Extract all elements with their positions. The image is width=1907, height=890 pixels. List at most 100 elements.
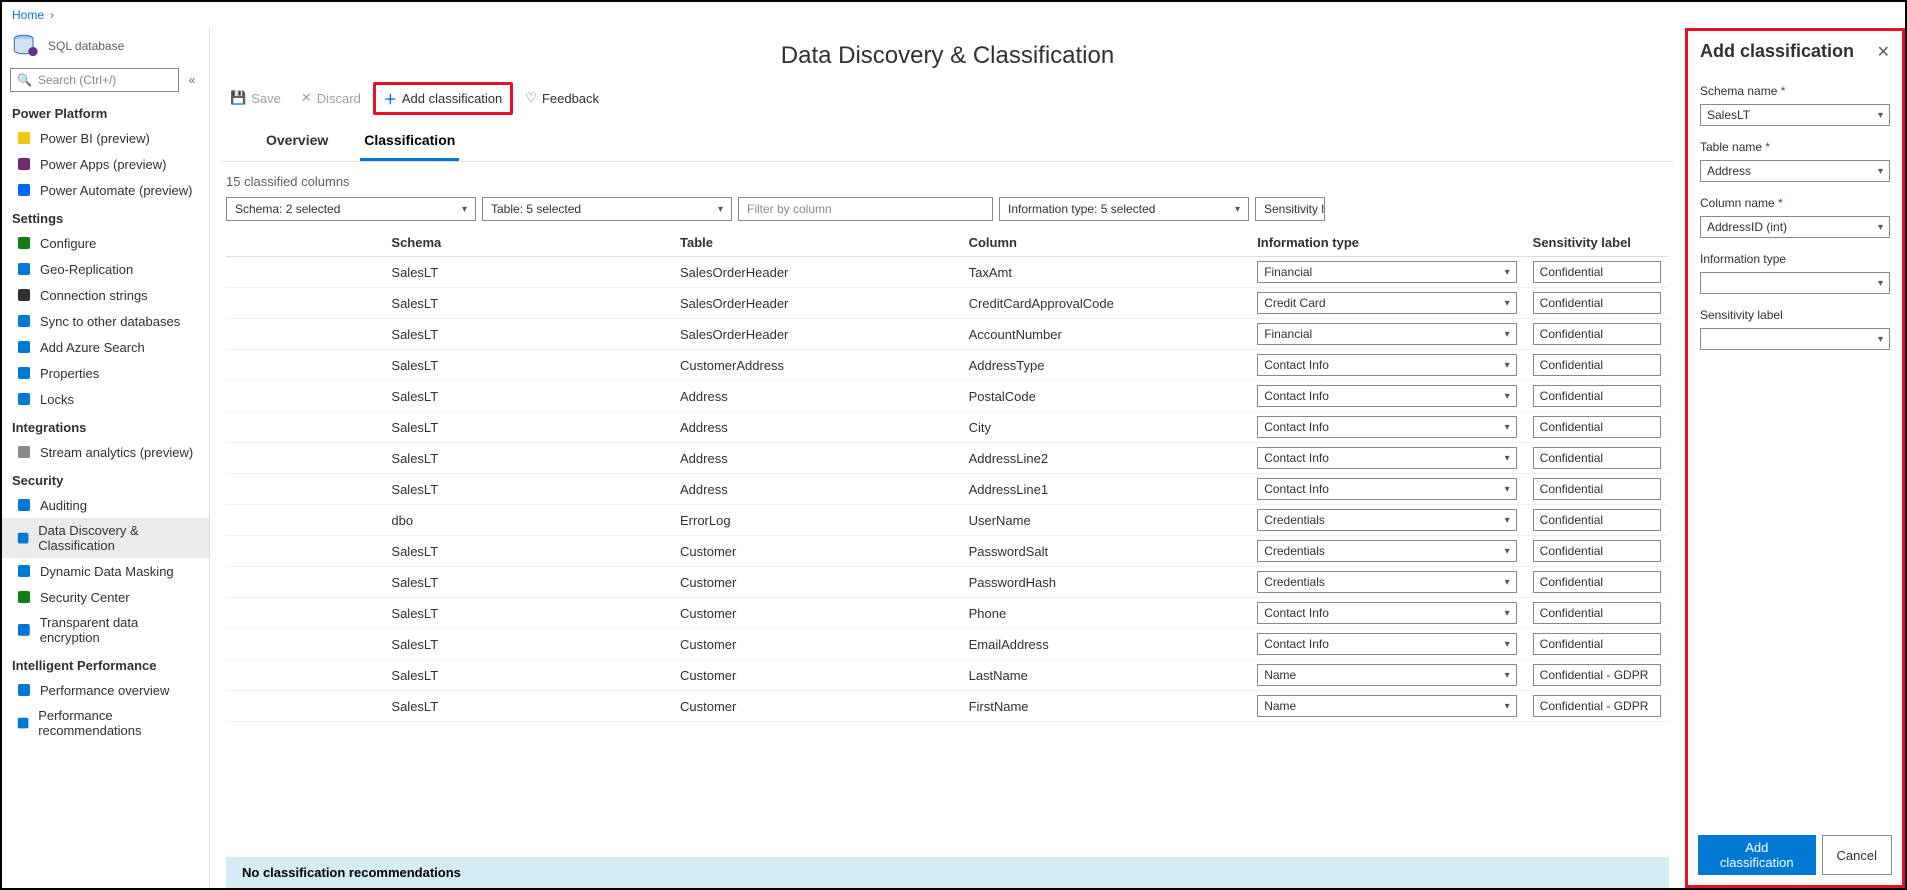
breadcrumb-home[interactable]: Home	[12, 8, 44, 22]
col-header-schema[interactable]: Schema	[383, 229, 672, 257]
table-name-select[interactable]: Address▾	[1700, 160, 1890, 182]
cell-information-type-select[interactable]: Credentials▾	[1257, 509, 1516, 531]
mask-icon	[16, 563, 32, 579]
filter-schema[interactable]: Schema: 2 selected▾	[226, 197, 476, 221]
nav-item[interactable]: Power Apps (preview)	[2, 151, 209, 177]
audit-icon	[16, 497, 32, 513]
nav-item[interactable]: Security Center	[2, 584, 209, 610]
cell-sensitivity-label-select[interactable]: Confidential	[1533, 416, 1661, 438]
cell-sensitivity-label-select[interactable]: Confidential	[1533, 447, 1661, 469]
chevron-down-icon: ▾	[1878, 222, 1883, 233]
nav-item[interactable]: Performance overview	[2, 677, 209, 703]
tab-classification[interactable]: Classification	[360, 124, 459, 161]
feedback-button[interactable]: ♡ Feedback	[517, 86, 607, 110]
cell-sensitivity-label-select[interactable]: Confidential	[1533, 354, 1661, 376]
classified-columns-summary: 15 classified columns	[210, 162, 1685, 197]
cell-information-type-select[interactable]: Contact Info▾	[1257, 478, 1516, 500]
panel-add-classification-button[interactable]: Add classification	[1698, 835, 1816, 875]
search-input[interactable]: 🔍 Search (Ctrl+/)	[10, 68, 179, 92]
nav-item[interactable]: Dynamic Data Masking	[2, 558, 209, 584]
nav-item[interactable]: Add Azure Search	[2, 334, 209, 360]
nav-item[interactable]: Power Automate (preview)	[2, 177, 209, 203]
nav-item[interactable]: Properties	[2, 360, 209, 386]
nav-item[interactable]: Data Discovery & Classification	[2, 518, 209, 558]
table-row: SalesLTCustomerPasswordSaltCredentials▾C…	[226, 536, 1669, 567]
cell-sensitivity-label-select[interactable]: Confidential - GDPR	[1533, 695, 1661, 717]
nav-item[interactable]: Transparent data encryption	[2, 610, 209, 650]
cell-information-type-select[interactable]: Credit Card▾	[1257, 292, 1516, 314]
cell-information-type-select[interactable]: Contact Info▾	[1257, 447, 1516, 469]
toolbar: 💾 Save ✕ Discard ＋ Add classification ♡ …	[210, 80, 1685, 116]
cell-sensitivity-label-select[interactable]: Confidential	[1533, 323, 1661, 345]
table-row: SalesLTCustomerPhoneContact Info▾Confide…	[226, 598, 1669, 629]
nav-item[interactable]: Performance recommendations	[2, 703, 209, 743]
cell-sensitivity-label-select[interactable]: Confidential	[1533, 602, 1661, 624]
cell-sensitivity-label-select[interactable]: Confidential	[1533, 385, 1661, 407]
chevron-down-icon: ▾	[1505, 298, 1510, 309]
nav-item-label: Power Apps (preview)	[40, 157, 166, 172]
discard-button[interactable]: ✕ Discard	[293, 86, 369, 110]
cell-column: PasswordSalt	[961, 536, 1250, 567]
cell-information-type-select[interactable]: Name▾	[1257, 695, 1516, 717]
cell-schema: SalesLT	[383, 381, 672, 412]
close-panel-button[interactable]: ✕	[1877, 42, 1890, 62]
nav-item[interactable]: Configure	[2, 230, 209, 256]
cell-information-type-select[interactable]: Contact Info▾	[1257, 416, 1516, 438]
collapse-sidebar-button[interactable]: «	[183, 73, 201, 87]
nav-item[interactable]: Locks	[2, 386, 209, 412]
nav-item[interactable]: Power BI (preview)	[2, 125, 209, 151]
cell-sensitivity-label-select[interactable]: Confidential	[1533, 633, 1661, 655]
nav-item[interactable]: Connection strings	[2, 282, 209, 308]
panel-cancel-button[interactable]: Cancel	[1822, 835, 1892, 875]
cell-sensitivity-label-select[interactable]: Confidential - GDPR	[1533, 664, 1661, 686]
cell-information-type-select[interactable]: Financial▾	[1257, 323, 1516, 345]
table-row: SalesLTAddressCityContact Info▾Confident…	[226, 412, 1669, 443]
cell-information-type-select[interactable]: Contact Info▾	[1257, 633, 1516, 655]
cell-sensitivity-label-select[interactable]: Confidential	[1533, 540, 1661, 562]
chevron-down-icon: ▾	[718, 204, 723, 215]
cell-information-type-select[interactable]: Name▾	[1257, 664, 1516, 686]
cell-sensitivity-label-select[interactable]: Confidential	[1533, 509, 1661, 531]
cell-information-type-select[interactable]: Contact Info▾	[1257, 385, 1516, 407]
cell-schema: SalesLT	[383, 660, 672, 691]
filter-sensitivity-label[interactable]: Sensitivity label: 2 selected	[1255, 197, 1325, 221]
chevron-down-icon: ▾	[1878, 166, 1883, 177]
cell-schema: SalesLT	[383, 567, 672, 598]
cell-information-type-select[interactable]: Financial▾	[1257, 261, 1516, 283]
table-row: SalesLTCustomerLastNameName▾Confidential…	[226, 660, 1669, 691]
col-header-column[interactable]: Column	[961, 229, 1250, 257]
cell-information-type-select[interactable]: Credentials▾	[1257, 571, 1516, 593]
add-classification-button[interactable]: ＋ Add classification	[373, 82, 513, 115]
col-header-sensitivity-label[interactable]: Sensitivity label	[1525, 229, 1669, 257]
nav-item[interactable]: Auditing	[2, 492, 209, 518]
cell-sensitivity-label-select[interactable]: Confidential	[1533, 292, 1661, 314]
schema-name-select[interactable]: SalesLT▾	[1700, 104, 1890, 126]
cell-schema: SalesLT	[383, 288, 672, 319]
tabs: Overview Classification	[222, 116, 1673, 162]
filter-column[interactable]: Filter by column	[738, 197, 993, 221]
col-header-information-type[interactable]: Information type	[1249, 229, 1524, 257]
chevron-down-icon: ▾	[1505, 577, 1510, 588]
nav-item[interactable]: Geo-Replication	[2, 256, 209, 282]
cell-information-type-select[interactable]: Contact Info▾	[1257, 602, 1516, 624]
filter-table[interactable]: Table: 5 selected▾	[482, 197, 732, 221]
column-name-select[interactable]: AddressID (int)▾	[1700, 216, 1890, 238]
filter-information-type[interactable]: Information type: 5 selected▾	[999, 197, 1249, 221]
cell-sensitivity-label-select[interactable]: Confidential	[1533, 478, 1661, 500]
sensitivity-label-select[interactable]: ▾	[1700, 328, 1890, 350]
save-button[interactable]: 💾 Save	[222, 86, 289, 110]
nav-item[interactable]: Sync to other databases	[2, 308, 209, 334]
cell-column: Phone	[961, 598, 1250, 629]
cell-table: ErrorLog	[672, 505, 961, 536]
cell-information-type-select[interactable]: Contact Info▾	[1257, 354, 1516, 376]
information-type-select[interactable]: ▾	[1700, 272, 1890, 294]
cell-information-type-select[interactable]: Credentials▾	[1257, 540, 1516, 562]
cell-column: UserName	[961, 505, 1250, 536]
tab-overview[interactable]: Overview	[262, 124, 332, 161]
cell-sensitivity-label-select[interactable]: Confidential	[1533, 261, 1661, 283]
nav-item-label: Sync to other databases	[40, 314, 180, 329]
cell-sensitivity-label-select[interactable]: Confidential	[1533, 571, 1661, 593]
nav-item[interactable]: Stream analytics (preview)	[2, 439, 209, 465]
col-header-table[interactable]: Table	[672, 229, 961, 257]
table-row: SalesLTCustomerEmailAddressContact Info▾…	[226, 629, 1669, 660]
